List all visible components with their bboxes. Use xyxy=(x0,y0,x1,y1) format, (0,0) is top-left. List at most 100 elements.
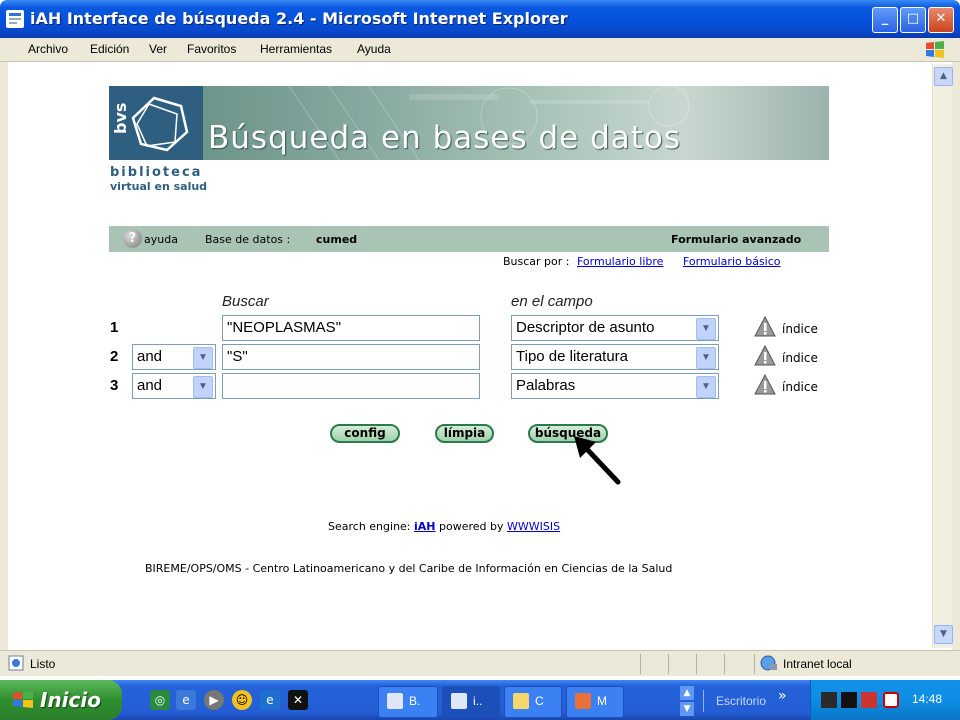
minimize-button[interactable]: _ xyxy=(872,7,898,33)
chevron-down-icon[interactable]: ▼ xyxy=(696,376,716,398)
help-icon[interactable]: ? xyxy=(123,229,142,248)
chevron-down-icon[interactable]: ▼ xyxy=(696,347,716,369)
quicklaunch-messenger-icon[interactable]: ☺ xyxy=(232,690,252,710)
task-button-3[interactable]: C xyxy=(504,686,562,718)
menu-herramientas[interactable]: Herramientas xyxy=(260,42,332,56)
search-term-input-2[interactable]: "S" xyxy=(222,344,480,370)
task-button-4[interactable]: M xyxy=(566,686,624,718)
task-label-4: M xyxy=(597,694,607,708)
scroll-up-icon[interactable]: ▲ xyxy=(934,67,953,86)
start-label: Inicio xyxy=(40,688,101,712)
index-info-icon[interactable] xyxy=(754,373,776,396)
start-button[interactable]: Inicio xyxy=(0,680,122,720)
field-select-2[interactable]: Tipo de literatura ▼ xyxy=(511,344,719,370)
tray-network-icon[interactable] xyxy=(821,692,837,708)
index-link-3[interactable]: índice xyxy=(782,380,818,394)
close-button[interactable]: ✕ xyxy=(928,7,954,33)
quicklaunch-browser-icon[interactable]: e xyxy=(176,690,196,710)
bvs-logo-text: bvs xyxy=(111,102,130,134)
menu-archivo[interactable]: Archivo xyxy=(28,42,68,56)
task-button-2[interactable]: i.. xyxy=(442,686,500,718)
info-bar: ayuda Base de datos : cumed Formulario a… xyxy=(109,226,829,252)
task-label-3: C xyxy=(535,694,544,708)
quicklaunch-app2-icon[interactable]: ✕ xyxy=(288,690,308,710)
row-number-1: 1 xyxy=(110,319,119,336)
index-info-icon[interactable] xyxy=(754,315,776,338)
basic-form-link[interactable]: Formulario básico xyxy=(683,255,781,268)
page-done-icon xyxy=(8,655,24,671)
taskbar-scroll-down-icon[interactable]: ▼ xyxy=(680,702,694,716)
windows-flag-icon xyxy=(12,690,34,710)
bvs-logo: bvs xyxy=(109,86,203,160)
task-app-icon xyxy=(575,693,591,709)
operator-select-3[interactable]: and ▼ xyxy=(132,373,216,399)
quicklaunch-ie-icon[interactable]: e xyxy=(260,690,280,710)
search-engine-line: Search engine: iAH powered by WWWISIS xyxy=(328,520,560,533)
row-number-3: 3 xyxy=(110,377,119,394)
field-column-header: en el campo xyxy=(511,293,593,310)
chevron-right-icon[interactable]: » xyxy=(778,688,787,704)
chevron-down-icon[interactable]: ▼ xyxy=(193,376,213,398)
clear-button[interactable]: límpia xyxy=(435,424,494,443)
row-number-2: 2 xyxy=(110,348,119,365)
tray-alert-icon[interactable] xyxy=(883,692,899,708)
iah-link[interactable]: iAH xyxy=(414,520,436,533)
search-by-label: Buscar por : xyxy=(503,255,570,268)
scroll-down-icon[interactable]: ▼ xyxy=(934,625,953,644)
status-text: Listo xyxy=(30,657,56,671)
zone-label: Intranet local xyxy=(783,657,852,671)
menu-favoritos[interactable]: Favoritos xyxy=(187,42,236,56)
powered-by-text: powered by xyxy=(439,520,504,533)
quicklaunch-media-icon[interactable]: ▶ xyxy=(204,690,224,710)
intranet-zone-icon xyxy=(760,654,778,672)
maximize-button[interactable]: □ xyxy=(900,7,926,33)
menu-bar: Archivo Edición Ver Favoritos Herramient… xyxy=(0,38,960,62)
institution-footer: BIREME/OPS/OMS - Centro Latinoamericano … xyxy=(145,562,673,575)
window-title: iAH Interface de búsqueda 2.4 - Microsof… xyxy=(30,9,568,28)
status-bar: Listo Intranet local xyxy=(0,650,960,676)
engine-prefix: Search engine: xyxy=(328,520,411,533)
tray-app-icon[interactable] xyxy=(841,692,857,708)
field-select-2-value: Tipo de literatura xyxy=(516,348,629,365)
task-ie-icon xyxy=(451,693,467,709)
search-term-input-1[interactable]: "NEOPLASMAS" xyxy=(222,315,480,341)
desktop-toolbar-label[interactable]: Escritorio xyxy=(716,694,766,708)
index-info-icon[interactable] xyxy=(754,344,776,367)
search-term-input-3[interactable] xyxy=(222,373,480,399)
chevron-down-icon[interactable]: ▼ xyxy=(193,347,213,369)
task-folder-icon xyxy=(513,693,529,709)
field-select-1-value: Descriptor de asunto xyxy=(516,319,655,336)
operator-select-2[interactable]: and ▼ xyxy=(132,344,216,370)
title-bar: iAH Interface de búsqueda 2.4 - Microsof… xyxy=(0,0,960,38)
chevron-down-icon[interactable]: ▼ xyxy=(696,318,716,340)
search-by-bar: Buscar por : Formulario libre Formulario… xyxy=(503,255,781,268)
field-select-3-value: Palabras xyxy=(516,377,576,394)
window-frame-right xyxy=(952,62,960,650)
pointer-arrow-icon xyxy=(570,434,622,486)
task-button-1[interactable]: B. xyxy=(378,686,438,718)
banner-subtitle-1: biblioteca xyxy=(110,165,203,180)
field-select-1[interactable]: Descriptor de asunto ▼ xyxy=(511,315,719,341)
form-type-label: Formulario avanzado xyxy=(671,233,802,246)
task-label-1: B. xyxy=(409,694,421,708)
field-select-3[interactable]: Palabras ▼ xyxy=(511,373,719,399)
menu-ver[interactable]: Ver xyxy=(149,42,167,56)
help-link[interactable]: ayuda xyxy=(144,233,178,246)
config-button[interactable]: config xyxy=(330,424,400,443)
free-form-link[interactable]: Formulario libre xyxy=(577,255,663,268)
index-link-2[interactable]: índice xyxy=(782,351,818,365)
taskbar-scroll-up-icon[interactable]: ▲ xyxy=(680,686,694,700)
vertical-scrollbar[interactable]: ▲ ▼ xyxy=(932,64,953,648)
search-column-header: Buscar xyxy=(222,293,269,310)
menu-ayuda[interactable]: Ayuda xyxy=(357,42,391,56)
task-label-2: i.. xyxy=(473,694,483,708)
task-window-icon xyxy=(387,693,403,709)
quicklaunch-app-icon[interactable]: ◎ xyxy=(150,690,170,710)
index-link-1[interactable]: índice xyxy=(782,322,818,336)
operator-select-3-value: and xyxy=(137,377,163,394)
banner-subtitle-2: virtual en salud xyxy=(110,180,208,193)
wwwisis-link[interactable]: WWWISIS xyxy=(507,520,560,533)
menu-edicion[interactable]: Edición xyxy=(90,42,129,56)
tray-security-icon[interactable] xyxy=(861,692,877,708)
clock: 14:48 xyxy=(912,692,943,706)
